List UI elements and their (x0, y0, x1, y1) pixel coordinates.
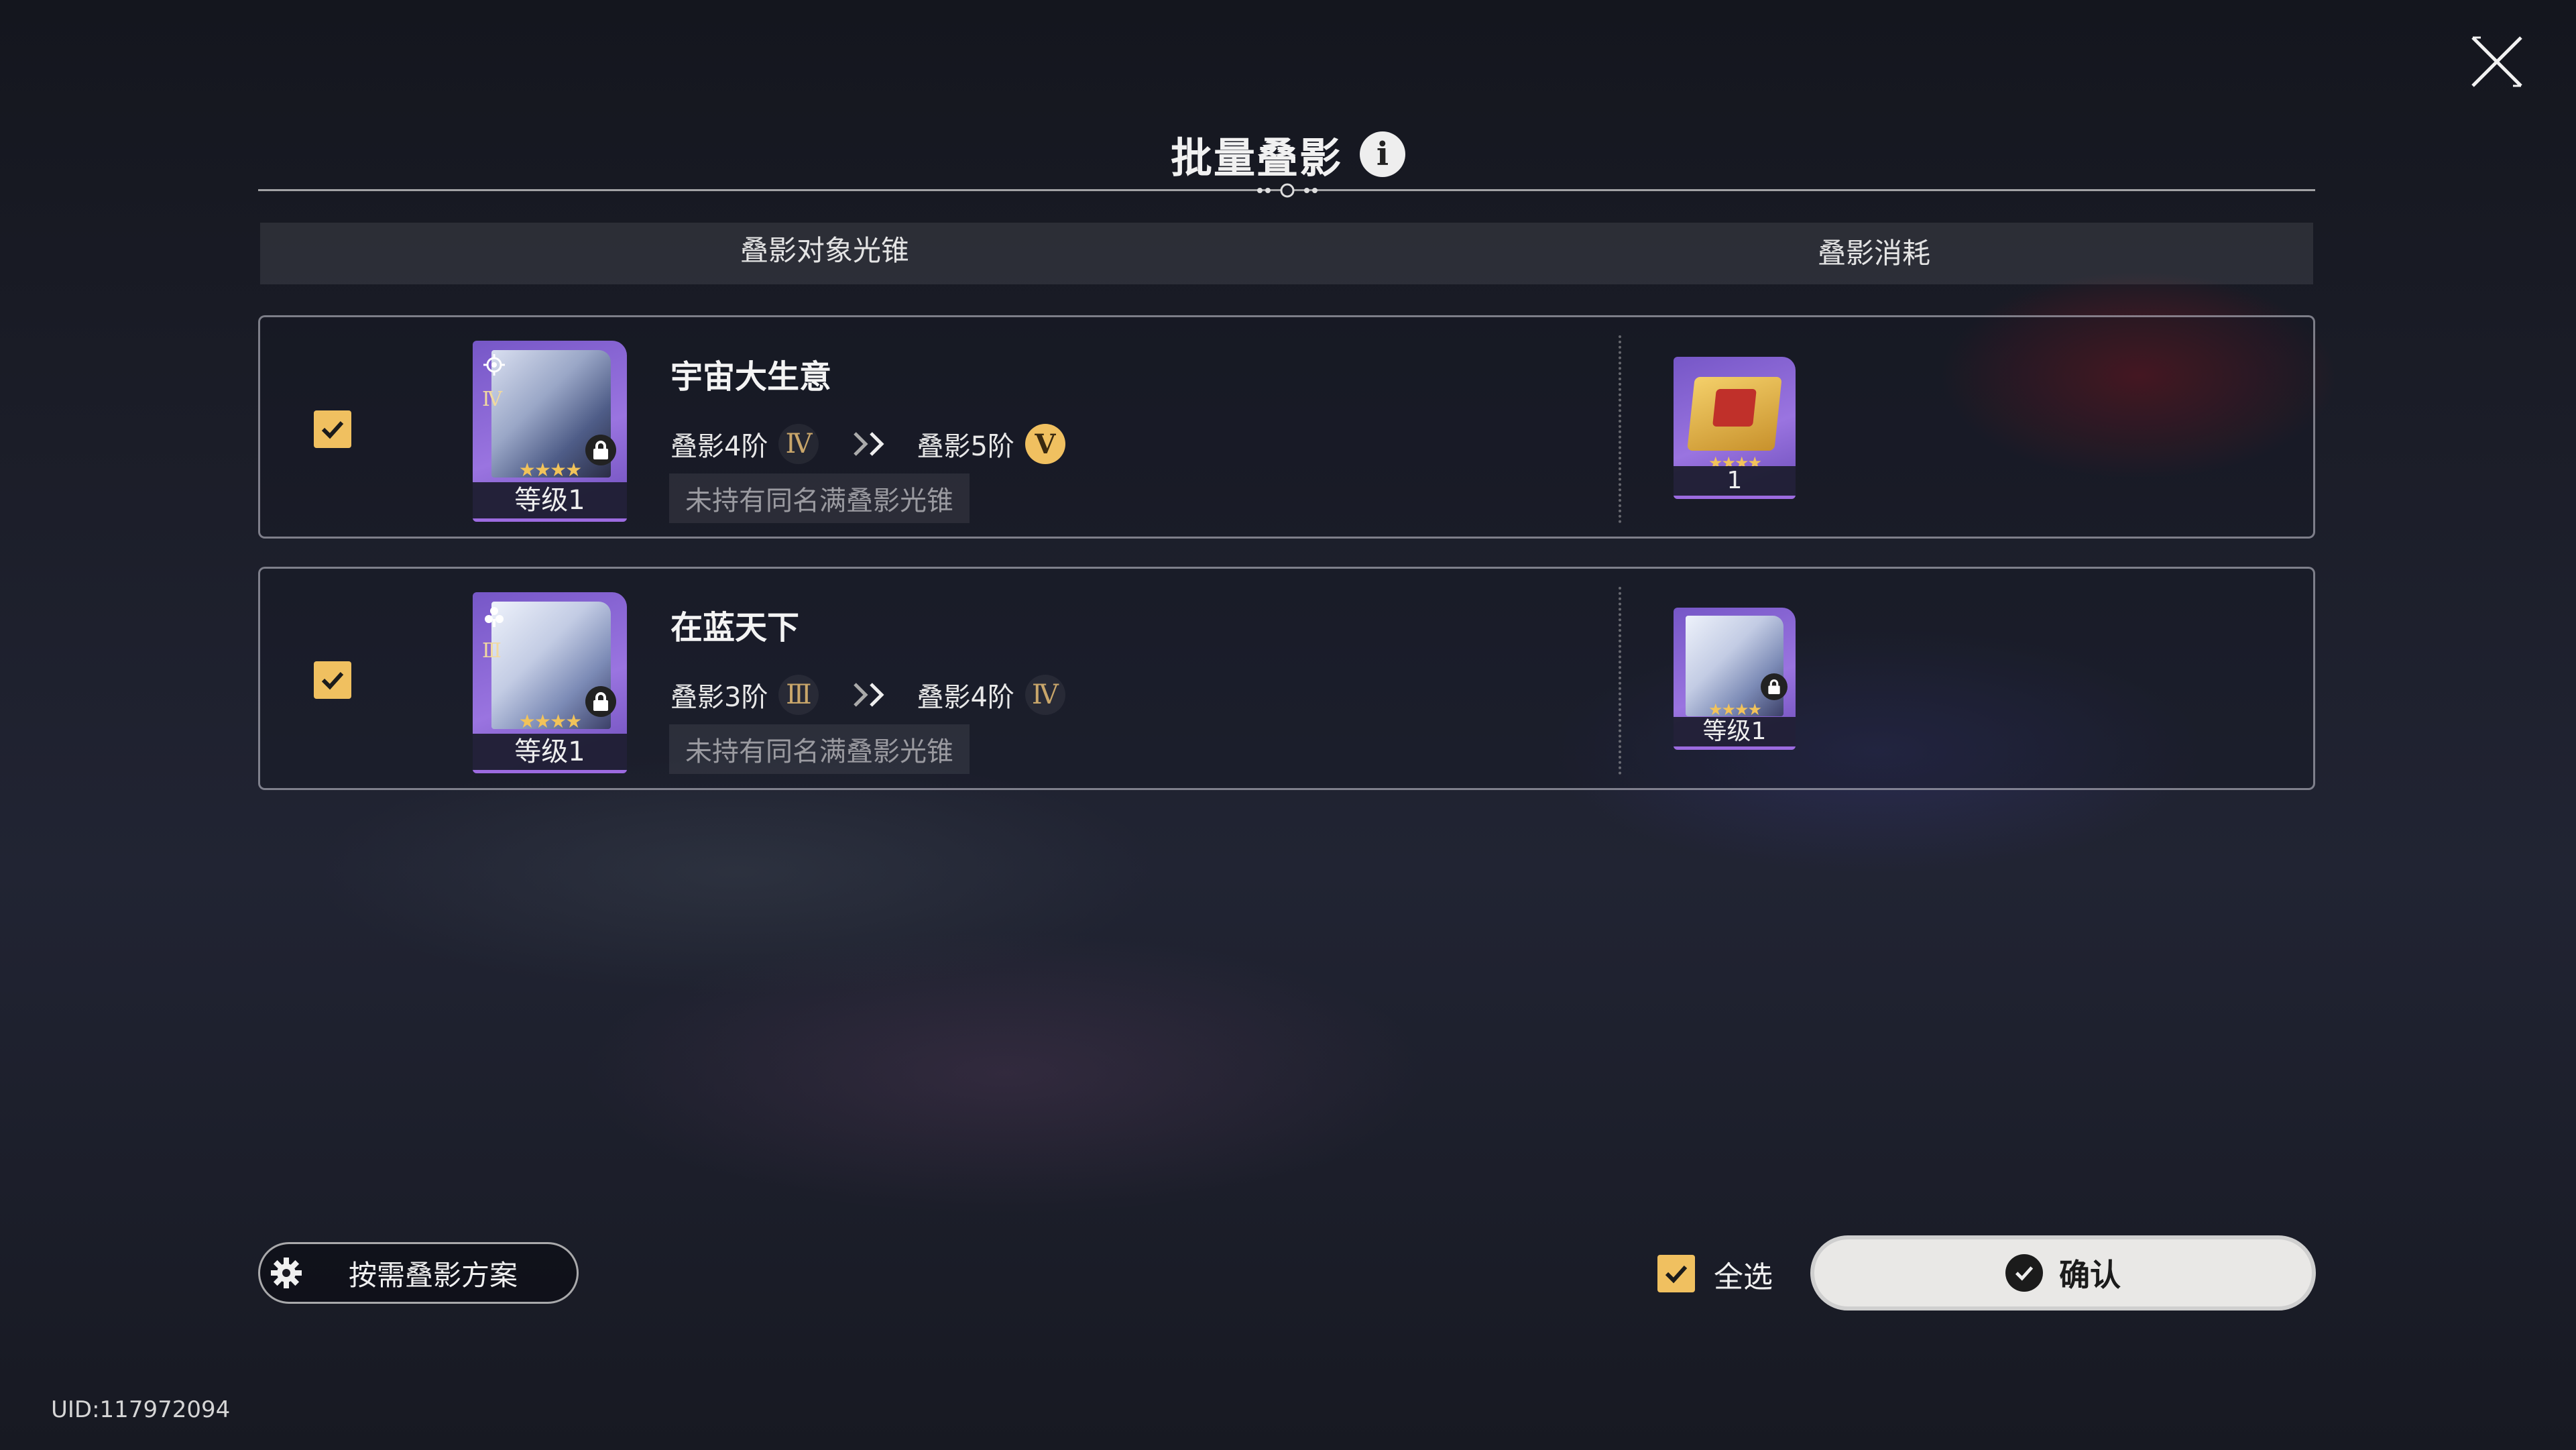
to-level: 叠影5阶 (917, 431, 1014, 462)
light-cone-name: 在蓝天下 (670, 609, 800, 647)
plan-button-label: 按需叠影方案 (349, 1258, 518, 1292)
uid-text: UID:117972094 (51, 1396, 231, 1423)
title-bar: 批量叠影 i (0, 121, 2576, 188)
cost-quantity: 1 (1674, 466, 1796, 499)
card-level: 等级1 (473, 482, 627, 522)
superimpose-change: 叠影3阶 Ⅲ 叠影4阶 Ⅳ (670, 675, 1065, 715)
gear-icon (271, 1258, 302, 1288)
light-cone-name: 宇宙大生意 (670, 358, 832, 396)
row-checkbox[interactable] (314, 410, 351, 448)
column-header-cost: 叠影消耗 (1817, 237, 1930, 270)
cost-item-card[interactable]: ★★★★ 1 (1674, 357, 1796, 499)
lock-icon (1761, 673, 1788, 700)
confirm-button[interactable]: 确认 (1810, 1235, 2316, 1310)
rarity-stars: ★★★★ (518, 459, 582, 481)
checkmark-icon (1665, 1265, 1688, 1284)
checkmark-icon (321, 671, 344, 690)
column-header-bar (260, 223, 2313, 284)
close-icon (2471, 36, 2522, 87)
card-rank: Ⅲ (482, 639, 502, 663)
superimpose-plan-button[interactable]: 按需叠影方案 (258, 1242, 579, 1304)
from-level: 叠影3阶 (670, 682, 768, 713)
row-divider (1619, 335, 1621, 523)
page-title: 批量叠影 (1170, 133, 1342, 182)
rarity-stars: ★★★★ (1708, 700, 1762, 719)
card-level: 等级1 (473, 734, 627, 773)
path-abundance-icon (485, 607, 504, 627)
select-all-label[interactable]: 全选 (1714, 1253, 1773, 1296)
from-level: 叠影4阶 (670, 431, 768, 462)
rarity-stars: ★★★★ (518, 710, 582, 732)
path-abundance-icon (483, 354, 505, 376)
row-checkbox[interactable] (314, 661, 351, 699)
double-arrow-icon (854, 432, 884, 456)
column-header-target: 叠影对象光锥 (740, 234, 909, 267)
superimposition-book-icon (1687, 377, 1782, 451)
row-note: 未持有同名满叠影光锥 (669, 473, 970, 523)
to-rank-icon: Ⅳ (1024, 675, 1065, 715)
light-cone-card[interactable]: Ⅲ ★★★★ 等级1 (473, 592, 627, 773)
from-rank-icon: Ⅲ (778, 675, 819, 715)
checkmark-icon (321, 421, 344, 439)
confirm-label: 确认 (2059, 1257, 2121, 1293)
close-button[interactable] (2470, 35, 2524, 89)
double-arrow-icon (854, 683, 884, 707)
from-rank-icon: Ⅳ (778, 424, 819, 464)
info-icon[interactable]: i (1360, 131, 1405, 177)
to-rank-icon: Ⅴ (1024, 424, 1065, 464)
select-all-checkbox[interactable] (1657, 1255, 1695, 1292)
to-level: 叠影4阶 (917, 682, 1014, 713)
card-rank: Ⅳ (482, 388, 502, 411)
check-circle-icon (2005, 1254, 2043, 1292)
row-note: 未持有同名满叠影光锥 (669, 724, 970, 774)
light-cone-card[interactable]: Ⅳ ★★★★ 等级1 (473, 341, 627, 522)
cost-item-card[interactable]: ★★★★ 等级1 (1674, 608, 1796, 750)
superimpose-change: 叠影4阶 Ⅳ 叠影5阶 Ⅴ (670, 424, 1065, 464)
divider-ornament-icon (1257, 183, 1318, 198)
row-divider (1619, 587, 1621, 775)
cost-level: 等级1 (1674, 717, 1796, 750)
